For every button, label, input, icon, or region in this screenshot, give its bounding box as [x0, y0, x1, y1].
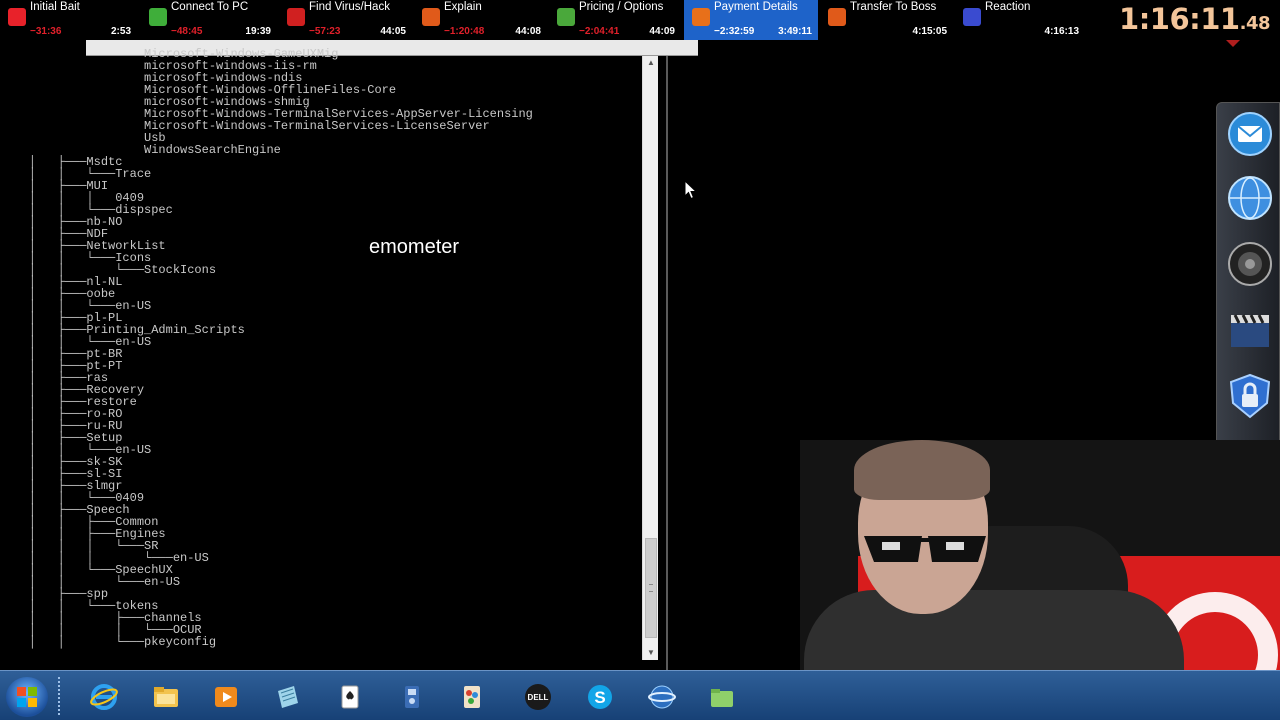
console-line: │ │ └───pkeyconfig	[0, 635, 217, 649]
split-name: Explain	[444, 1, 482, 13]
file-explorer-icon[interactable]	[144, 677, 188, 717]
face-icon	[963, 8, 981, 26]
scroll-up-arrow-icon[interactable]: ▲	[643, 56, 659, 70]
split-name: Pricing / Options	[579, 1, 664, 13]
virus-icon	[287, 8, 305, 26]
split-delta: −2:32:59	[714, 26, 755, 37]
svg-text:DELL: DELL	[528, 693, 549, 702]
money-icon	[557, 8, 575, 26]
notepad-icon[interactable]	[266, 677, 310, 717]
flag-icon	[8, 8, 26, 26]
webcam-overlay	[800, 440, 1280, 680]
solitaire-icon[interactable]	[328, 677, 372, 717]
taskbar: DELL S	[0, 670, 1280, 720]
taskbar-grip	[58, 677, 64, 715]
card-icon	[692, 8, 710, 26]
split-transfer-to-boss: Transfer To Boss 4:15:05	[820, 0, 953, 40]
paint-icon[interactable]	[450, 677, 494, 717]
split-explain: Explain −1:20:48 44:08	[414, 0, 547, 40]
split-reaction: Reaction 4:16:13	[955, 0, 1085, 40]
split-delta: −1:20:48	[444, 26, 485, 37]
shield-icon	[149, 8, 167, 26]
timer-fraction: .48	[1239, 13, 1271, 34]
timer-indicator-icon	[1226, 40, 1240, 47]
mouse-cursor-icon	[684, 180, 698, 200]
webcam-overlay-text: emometer	[369, 236, 460, 258]
speedrun-timer: 1:16:11.48	[1119, 2, 1270, 36]
split-time: 2:53	[110, 26, 131, 37]
command-prompt-window[interactable]: Microsoft-Windows-GameUXMig microsoft-wi…	[0, 40, 698, 670]
scroll-down-arrow-icon[interactable]: ▼	[643, 646, 659, 660]
split-name: Reaction	[985, 1, 1031, 13]
split-time: 3:49:11	[778, 26, 812, 37]
internet-explorer-icon[interactable]	[82, 677, 126, 717]
split-name: Transfer To Boss	[850, 1, 937, 13]
network-icon[interactable]	[640, 677, 684, 717]
person-hair	[854, 440, 990, 500]
console-output[interactable]: Microsoft-Windows-GameUXMig microsoft-wi…	[0, 48, 640, 662]
lock-icon[interactable]	[1227, 373, 1273, 419]
windows-start-icon[interactable]	[6, 677, 48, 717]
svg-text:S: S	[594, 688, 605, 707]
split-time: 4:15:05	[912, 26, 947, 37]
split-delta: −31:36	[30, 26, 62, 37]
split-name: Connect To PC	[171, 1, 249, 13]
sunglasses-icon	[864, 536, 986, 562]
split-find-virus-hack: Find Virus/Hack −57:23 44:05	[279, 0, 412, 40]
vertical-scrollbar[interactable]: ▲ ▼	[642, 56, 658, 660]
media-player-icon[interactable]	[204, 677, 248, 717]
split-delta: −57:23	[309, 26, 341, 37]
split-time: 44:05	[380, 26, 406, 37]
dell-icon[interactable]: DELL	[516, 677, 560, 717]
split-delta: −48:45	[171, 26, 203, 37]
skype-icon[interactable]: S	[578, 677, 622, 717]
globe-icon[interactable]	[1227, 175, 1273, 221]
split-payment-details: Payment Details −2:32:59 3:49:11	[684, 0, 818, 40]
system-settings-icon[interactable]	[390, 677, 434, 717]
clapperboard-icon[interactable]	[1227, 307, 1273, 353]
split-time: 44:08	[515, 26, 541, 37]
split-pricing-options: Pricing / Options −2:04:41 44:09	[549, 0, 681, 40]
split-initial-bait: Initial Bait −31:36 2:53	[0, 0, 137, 40]
envelope-icon	[828, 8, 846, 26]
split-name: Payment Details	[714, 1, 798, 13]
mail-icon[interactable]	[1227, 111, 1273, 157]
speaker-icon[interactable]	[1227, 241, 1273, 287]
split-time: 19:39	[245, 26, 271, 37]
person-shoulders	[804, 590, 1184, 680]
split-connect-to-pc: Connect To PC −48:45 19:39	[141, 0, 277, 40]
split-name: Initial Bait	[30, 1, 80, 13]
scroll-thumb[interactable]	[645, 538, 657, 638]
split-time: 4:16:13	[1044, 26, 1079, 37]
split-time: 44:09	[649, 26, 675, 37]
split-delta: −2:04:41	[579, 26, 620, 37]
envelope-icon	[422, 8, 440, 26]
folder-icon[interactable]	[700, 677, 744, 717]
speedrun-splits-bar: Initial Bait −31:36 2:53 Connect To PC −48:4…	[0, 0, 1280, 40]
timer-main: 1:16:11	[1119, 2, 1240, 36]
split-name: Find Virus/Hack	[309, 1, 390, 13]
